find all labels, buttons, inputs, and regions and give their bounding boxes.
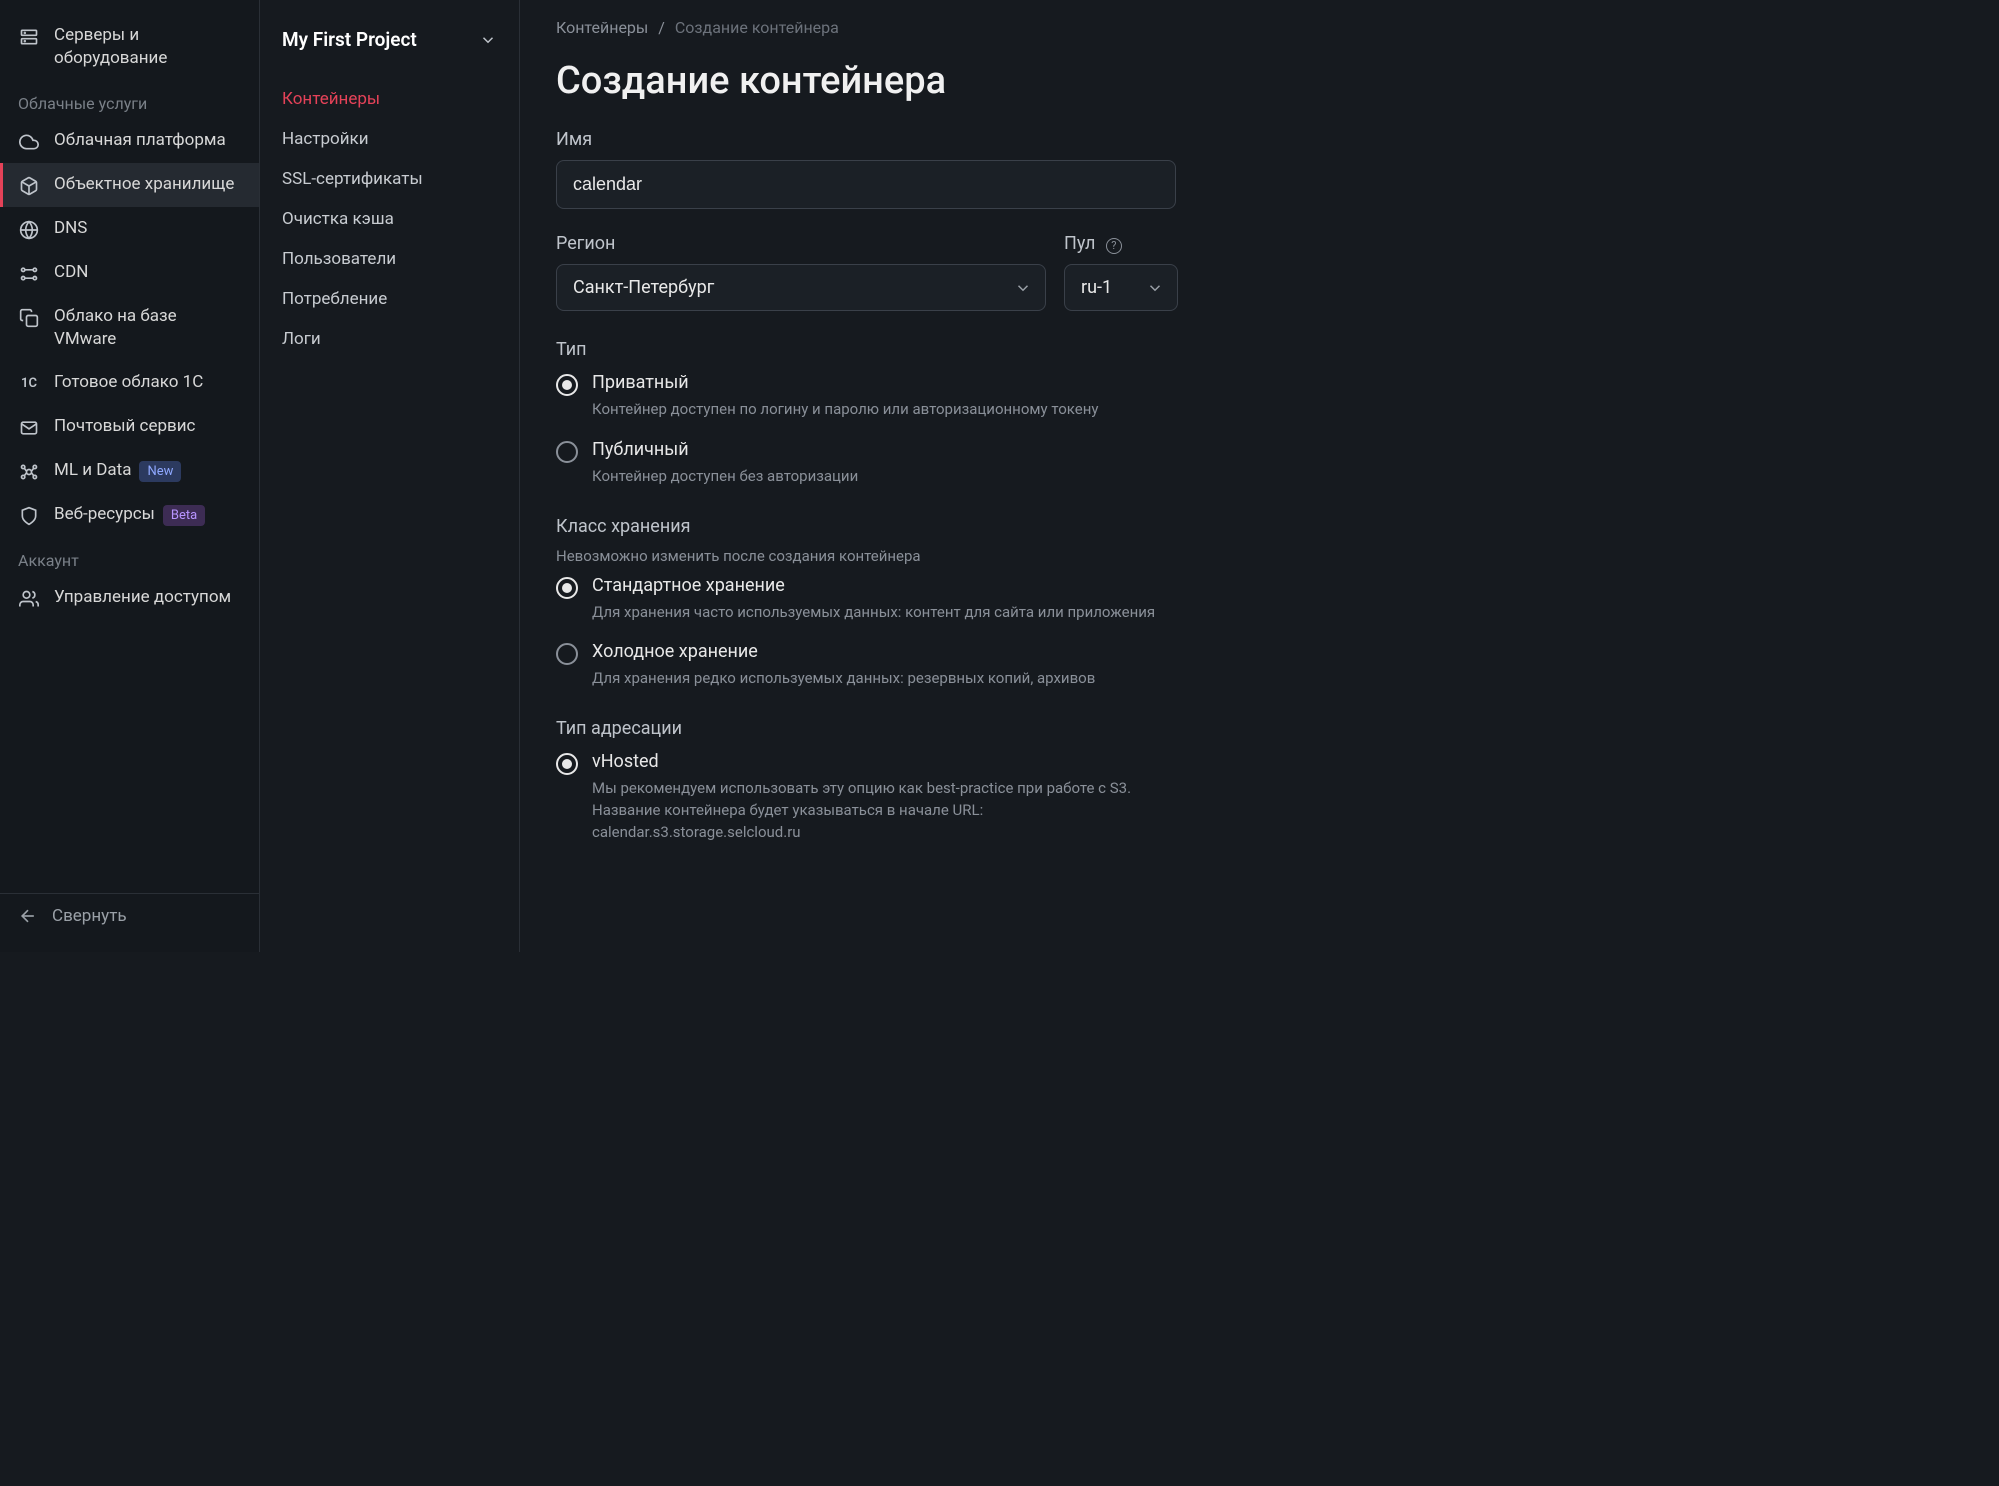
addressing-label: Тип адресации [556,718,1244,739]
radio-desc: Контейнер доступен по логину и паролю ил… [592,399,1098,421]
server-icon [18,26,40,48]
1c-icon: 1C [18,373,40,395]
sidebar-item-dns[interactable]: DNS [0,207,259,251]
arrow-left-icon [18,906,38,926]
sidebar-item-web-resources[interactable]: Веб-ресурсыBeta [0,493,259,537]
radio-icon [556,643,578,665]
globe-icon [18,219,40,241]
badge-new: New [139,461,181,483]
breadcrumb-current: Создание контейнера [675,18,839,37]
sidebar-item-label: Облачная платформа [54,129,241,152]
radio-label: Публичный [592,439,858,460]
sidebar-item-label: Облако на базе VMware [54,305,241,351]
project-selector[interactable]: My First Project [282,28,497,51]
radio-type-public[interactable]: Публичный Контейнер доступен без авториз… [556,439,1244,488]
sidebar-item-servers[interactable]: Серверы и оборудование [0,14,259,80]
pool-label: Пул ? [1064,233,1178,254]
radio-type-private[interactable]: Приватный Контейнер доступен по логину и… [556,372,1244,421]
radio-label: Приватный [592,372,1098,393]
radio-desc: Для хранения редко используемых данных: … [592,668,1095,690]
subnav-cache[interactable]: Очистка кэша [282,199,497,239]
sidebar-item-label: Почтовый сервис [54,415,241,438]
subnav-settings[interactable]: Настройки [282,119,497,159]
chevron-down-icon [1014,279,1032,297]
radio-icon [556,374,578,396]
region-select[interactable]: Санкт-Петербург [556,264,1046,311]
sidebar-item-label: Управление доступом [54,586,241,609]
sidebar-section-cloud: Облачные услуги [0,80,259,119]
sidebar-item-cdn[interactable]: CDN [0,251,259,295]
collapse-label: Свернуть [52,906,127,926]
sidebar-item-label: DNS [54,217,241,240]
breadcrumb-parent[interactable]: Контейнеры [556,18,648,37]
sidebar-item-label: Серверы и оборудование [54,24,241,70]
sidebar-main: Серверы и оборудование Облачные услуги О… [0,0,260,952]
sidebar-item-label: Готовое облако 1С [54,371,241,394]
radio-label: Холодное хранение [592,641,1095,662]
page-title: Создание контейнера [556,59,1244,103]
users-icon [18,588,40,610]
cloud-icon [18,131,40,153]
sidebar-item-1c[interactable]: 1C Готовое облако 1С [0,361,259,405]
shield-icon [18,505,40,527]
radio-icon [556,441,578,463]
subnav-usage[interactable]: Потребление [282,279,497,319]
storage-class-sub: Невозможно изменить после создания конте… [556,547,1244,565]
radio-addressing-vhosted[interactable]: vHosted Мы рекомендуем использовать эту … [556,751,1244,843]
sidebar-item-label: ML и DataNew [54,459,241,483]
name-input[interactable] [556,160,1176,209]
radio-label: Стандартное хранение [592,575,1155,596]
region-label: Регион [556,233,1046,254]
sidebar-item-mldata[interactable]: ML и DataNew [0,449,259,493]
sidebar-item-vmware[interactable]: Облако на базе VMware [0,295,259,361]
radio-label: vHosted [592,751,1192,772]
sidebar-sub: My First Project Контейнеры Настройки SS… [260,0,520,952]
network-icon [18,263,40,285]
copy-icon [18,307,40,329]
sidebar-item-cloud-platform[interactable]: Облачная платформа [0,119,259,163]
sidebar-section-account: Аккаунт [0,537,259,576]
sidebar-item-label: Объектное хранилище [54,173,241,196]
sidebar-collapse[interactable]: Свернуть [0,893,259,938]
sidebar-item-label: Веб-ресурсыBeta [54,503,241,527]
sidebar-item-object-storage[interactable]: Объектное хранилище [0,163,259,207]
sidebar-item-label: CDN [54,261,241,284]
radio-storage-standard[interactable]: Стандартное хранение Для хранения часто … [556,575,1244,624]
main-content: Контейнеры / Создание контейнера Создани… [520,0,1280,952]
radio-icon [556,577,578,599]
radio-desc: Контейнер доступен без авторизации [592,466,858,488]
subnav-containers[interactable]: Контейнеры [282,79,497,119]
breadcrumb: Контейнеры / Создание контейнера [556,18,1244,37]
subnav-ssl[interactable]: SSL-сертификаты [282,159,497,199]
mail-icon [18,417,40,439]
radio-storage-cold[interactable]: Холодное хранение Для хранения редко исп… [556,641,1244,690]
sidebar-item-access[interactable]: Управление доступом [0,576,259,620]
project-name: My First Project [282,28,417,51]
radio-desc: Для хранения часто используемых данных: … [592,602,1155,624]
chevron-down-icon [479,31,497,49]
radio-desc: Мы рекомендуем использовать эту опцию ка… [592,778,1192,843]
badge-beta: Beta [163,505,205,527]
storage-class-label: Класс хранения [556,516,1244,537]
name-label: Имя [556,129,1244,150]
brain-icon [18,461,40,483]
radio-icon [556,753,578,775]
help-icon[interactable]: ? [1106,238,1122,254]
subnav-logs[interactable]: Логи [282,319,497,359]
sidebar-item-mail[interactable]: Почтовый сервис [0,405,259,449]
subnav-users[interactable]: Пользователи [282,239,497,279]
chevron-down-icon [1146,279,1164,297]
type-label: Тип [556,339,1244,360]
storage-icon [18,175,40,197]
